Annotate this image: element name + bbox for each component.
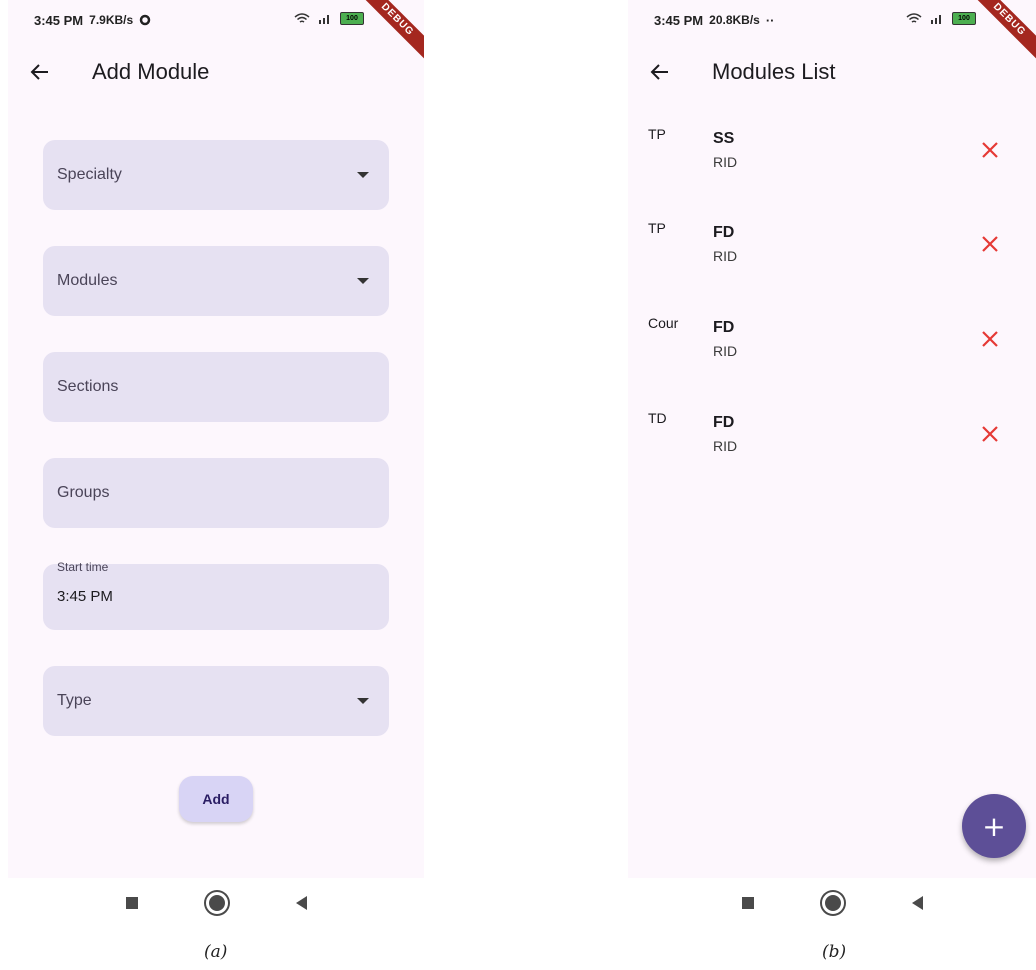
sections-field[interactable]: Sections: [43, 352, 389, 422]
gear-icon: [139, 14, 151, 26]
modules-list-screen: 3:45 PM 20.8KB/s ·· 100 DEBUG Modules Li…: [628, 0, 1036, 878]
back-arrow-icon[interactable]: [28, 60, 52, 84]
dropdown-caret-icon: [357, 698, 369, 704]
start-time-field[interactable]: Start time 3:45 PM: [43, 560, 389, 630]
battery-icon: 100: [340, 12, 364, 25]
item-subtitle: RID: [713, 154, 738, 170]
close-icon[interactable]: [978, 422, 1002, 446]
page-title: Add Module: [92, 59, 210, 84]
item-title: SS: [713, 130, 735, 147]
signal-icon: [319, 15, 329, 24]
item-type: TD: [648, 410, 667, 426]
home-icon[interactable]: [205, 892, 228, 914]
item-subtitle: RID: [713, 248, 738, 264]
recents-icon[interactable]: [125, 897, 138, 909]
add-button[interactable]: Add: [179, 776, 253, 822]
item-subtitle: RID: [713, 343, 738, 359]
status-speed: 20.8KB/s: [709, 13, 760, 27]
item-title: FD: [713, 224, 735, 241]
caption-a: (a): [204, 942, 228, 962]
app-bar: Modules List: [628, 40, 1036, 104]
list-item[interactable]: TP SS RID: [628, 104, 1036, 198]
back-arrow-icon[interactable]: [648, 60, 672, 84]
close-icon[interactable]: [978, 327, 1002, 351]
dots-icon: ··: [765, 12, 775, 28]
specialty-label: Specialty: [57, 166, 122, 183]
caption-b: (b): [822, 942, 847, 962]
status-time: 3:45 PM: [654, 12, 704, 28]
item-title: FD: [713, 319, 735, 336]
close-icon[interactable]: [978, 138, 1002, 162]
status-time: 3:45 PM: [34, 12, 84, 28]
item-subtitle: RID: [713, 438, 738, 454]
add-module-screen: 3:45 PM 7.9KB/s 100 DEBUG Add Module Spe…: [8, 0, 424, 878]
close-icon[interactable]: [978, 232, 1002, 256]
status-bar: 3:45 PM 20.8KB/s ·· 100 DEBUG: [628, 0, 1036, 65]
list-item[interactable]: Cour FD RID: [628, 293, 1036, 387]
start-time-label: Start time: [57, 560, 109, 574]
type-dropdown[interactable]: Type: [43, 666, 389, 736]
wifi-icon: [294, 12, 310, 23]
nav-back-icon[interactable]: [911, 896, 923, 910]
battery-icon: 100: [952, 12, 976, 25]
modules-dropdown[interactable]: Modules: [43, 246, 389, 316]
system-nav-bar: [628, 878, 1036, 928]
modules-label: Modules: [57, 272, 118, 289]
recents-icon[interactable]: [741, 897, 754, 909]
item-title: FD: [713, 414, 735, 431]
list-item[interactable]: TD FD RID: [628, 388, 1036, 482]
wifi-icon: [906, 12, 922, 23]
add-module-fab[interactable]: +: [962, 794, 1026, 858]
system-nav-bar: [8, 878, 424, 928]
dropdown-caret-icon: [357, 278, 369, 284]
home-icon[interactable]: [821, 892, 844, 914]
item-type: TP: [648, 126, 666, 142]
app-bar: Add Module: [8, 40, 424, 104]
type-label: Type: [57, 692, 92, 709]
groups-label: Groups: [57, 484, 110, 501]
plus-icon: +: [982, 810, 1006, 843]
status-bar: 3:45 PM 7.9KB/s 100 DEBUG: [8, 0, 424, 65]
status-speed: 7.9KB/s: [89, 13, 134, 27]
sections-label: Sections: [57, 378, 119, 395]
page-title: Modules List: [712, 59, 836, 84]
item-type: Cour: [648, 315, 679, 331]
item-type: TP: [648, 220, 666, 236]
nav-back-icon[interactable]: [295, 896, 307, 910]
groups-field[interactable]: Groups: [43, 458, 389, 528]
list-item[interactable]: TP FD RID: [628, 198, 1036, 292]
specialty-dropdown[interactable]: Specialty: [43, 140, 389, 210]
signal-icon: [931, 15, 941, 24]
start-time-value: 3:45 PM: [57, 588, 113, 605]
dropdown-caret-icon: [357, 172, 369, 178]
